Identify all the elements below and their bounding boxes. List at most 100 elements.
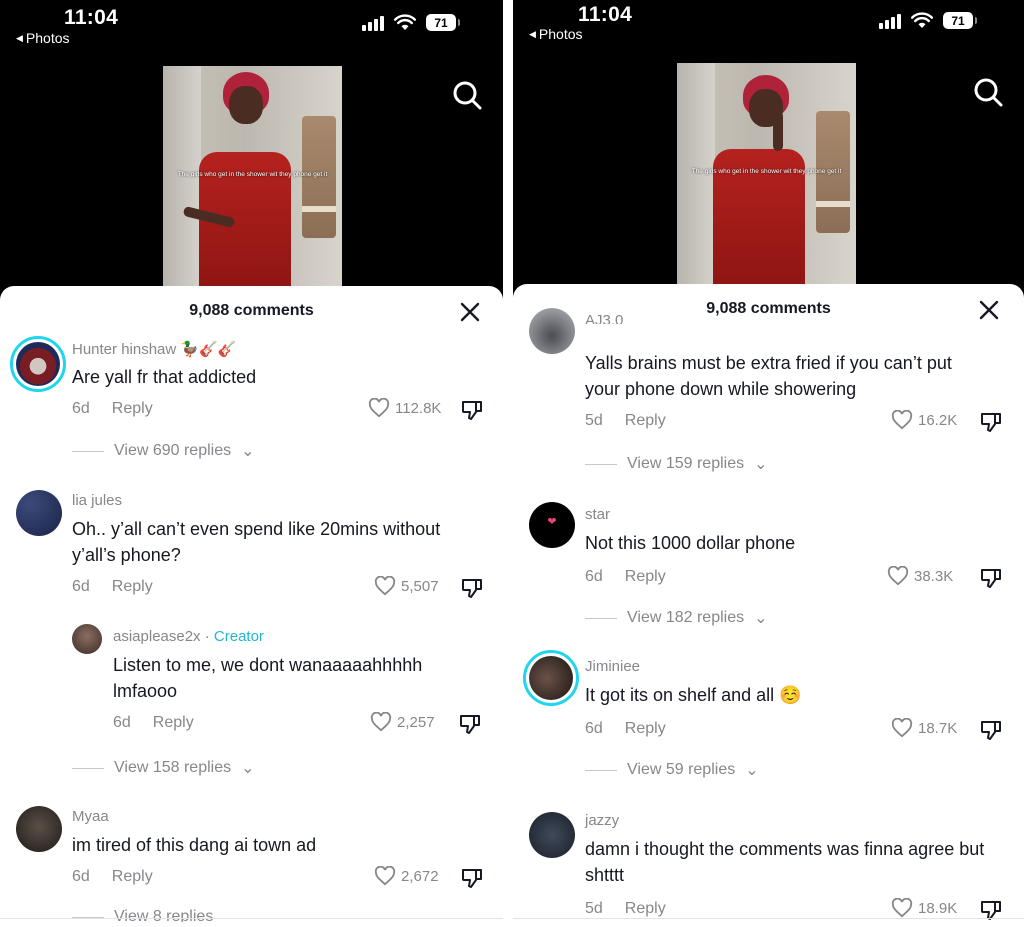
reply-button[interactable]: Reply	[112, 868, 153, 886]
battery-icon: 71	[943, 12, 977, 29]
like-count: 2,672	[401, 867, 439, 885]
comment-username[interactable]: star	[585, 506, 610, 523]
heart-icon	[368, 398, 390, 418]
avatar[interactable]	[10, 336, 66, 392]
view-replies-button[interactable]: View 159 replies ⌄	[585, 454, 768, 474]
status-time: 11:04	[578, 3, 633, 26]
chevron-down-icon: ⌄	[241, 760, 255, 777]
video-thumbnail[interactable]: The girls who get in the shower wit they…	[677, 63, 856, 285]
view-replies-label: View 59 replies	[627, 761, 736, 778]
reply-username[interactable]: asiaplease2x	[113, 628, 201, 645]
comment-meta: 6d Reply	[585, 568, 666, 586]
heart-icon	[370, 712, 392, 732]
comment-username[interactable]: Myaa	[72, 808, 109, 825]
like-button[interactable]: 2,257	[370, 712, 435, 732]
comment-username[interactable]: AJ3.0	[585, 312, 623, 324]
avatar[interactable]	[529, 308, 575, 354]
reply-button[interactable]: Reply	[153, 714, 194, 732]
dislike-icon[interactable]	[460, 866, 484, 890]
like-button[interactable]: 5,507	[374, 576, 439, 596]
reply-button[interactable]: Reply	[625, 900, 666, 918]
comment-meta: 6d Reply	[585, 720, 666, 738]
reply-button[interactable]: Reply	[112, 578, 153, 596]
like-button[interactable]: 38.3K	[887, 566, 953, 586]
chevron-down-icon: ⌄	[754, 456, 768, 473]
like-count: 18.9K	[918, 899, 958, 917]
comment-username[interactable]: lia jules	[72, 492, 122, 509]
comment-meta: 6d Reply	[113, 714, 194, 732]
close-icon[interactable]	[458, 300, 482, 324]
avatar[interactable]: ❤	[529, 502, 575, 548]
like-count: 112.8K	[395, 399, 442, 417]
video-caption: The girls who get in the shower wit they…	[177, 171, 328, 178]
divider-line	[72, 767, 104, 769]
chevron-down-icon: ⌄	[241, 443, 255, 460]
comment-age: 5d	[585, 412, 603, 429]
close-icon[interactable]	[977, 298, 1001, 322]
like-count: 38.3K	[914, 567, 954, 585]
avatar[interactable]	[16, 806, 62, 852]
view-replies-button[interactable]: View 59 replies ⌄	[585, 760, 759, 780]
view-replies-button[interactable]: View 8 replies	[72, 908, 213, 922]
comment-text: Oh.. y’all can’t even spend like 20mins …	[72, 519, 441, 565]
dislike-icon[interactable]	[979, 410, 1003, 434]
dislike-icon[interactable]	[979, 566, 1003, 590]
back-to-photos-link[interactable]: ◀ Photos	[16, 30, 70, 46]
comment-username[interactable]: Jiminiee	[585, 658, 640, 675]
comment-age: 6d	[585, 568, 603, 585]
wifi-icon	[394, 14, 416, 30]
system-icons: 71	[362, 14, 460, 31]
reply-button[interactable]: Reply	[625, 568, 666, 586]
avatar[interactable]	[72, 624, 102, 654]
comment-meta: 6d Reply	[72, 868, 153, 886]
like-button[interactable]: 2,672	[374, 866, 439, 886]
view-replies-label: View 159 replies	[627, 455, 745, 472]
view-replies-button[interactable]: View 182 replies ⌄	[585, 608, 768, 628]
search-icon[interactable]	[450, 78, 484, 112]
divider-line	[0, 918, 503, 919]
divider-line	[513, 918, 1024, 919]
heart-icon	[891, 410, 913, 430]
dislike-icon[interactable]	[458, 712, 482, 736]
comment-meta: 5d Reply	[585, 412, 666, 430]
avatar[interactable]	[529, 812, 575, 858]
comment-username[interactable]: jazzy	[585, 812, 619, 829]
comment-meta: 5d Reply	[585, 900, 666, 918]
divider-line	[585, 769, 617, 771]
heart-icon	[891, 718, 913, 738]
dislike-icon[interactable]	[460, 398, 484, 422]
view-replies-button[interactable]: View 690 replies ⌄	[72, 441, 255, 461]
view-replies-button[interactable]: View 158 replies ⌄	[72, 758, 255, 778]
like-count: 16.2K	[918, 411, 958, 429]
avatar[interactable]	[16, 490, 62, 536]
reply-button[interactable]: Reply	[625, 720, 666, 738]
like-button[interactable]: 112.8K	[368, 398, 441, 418]
comment-meta: 6d Reply	[72, 578, 153, 596]
like-button[interactable]: 18.9K	[891, 898, 957, 918]
back-arrow-icon: ◀	[16, 32, 23, 43]
like-count: 5,507	[401, 577, 439, 595]
divider-line	[585, 617, 617, 619]
dislike-icon[interactable]	[979, 718, 1003, 742]
like-button[interactable]: 18.7K	[891, 718, 957, 738]
heart-icon	[891, 898, 913, 918]
video-thumbnail[interactable]: The girls who get in the shower wit they…	[163, 66, 342, 288]
reply-button[interactable]: Reply	[112, 400, 153, 418]
comment-meta: 6d Reply	[72, 400, 153, 418]
right-screenshot: 11:04 ◀ Photos 71 The girls who get in t…	[513, 0, 1024, 927]
signal-icon	[879, 13, 901, 29]
comment-username[interactable]: Hunter hinshaw 🦆🎸🎸	[72, 340, 236, 358]
like-count: 18.7K	[918, 719, 958, 737]
search-icon[interactable]	[971, 75, 1005, 109]
battery-icon: 71	[426, 14, 460, 31]
comment-age: 6d	[72, 868, 90, 885]
creator-separator: ·	[200, 628, 214, 645]
chevron-down-icon: ⌄	[745, 762, 759, 779]
avatar[interactable]	[523, 650, 579, 706]
dislike-icon[interactable]	[460, 576, 484, 600]
like-button[interactable]: 16.2K	[891, 410, 957, 430]
comment-text: Listen to me, we dont wanaaaaahhhhh lmfa…	[113, 655, 423, 701]
back-to-photos-link[interactable]: ◀ Photos	[529, 26, 583, 42]
system-icons: 71	[879, 12, 977, 29]
reply-button[interactable]: Reply	[625, 412, 666, 430]
